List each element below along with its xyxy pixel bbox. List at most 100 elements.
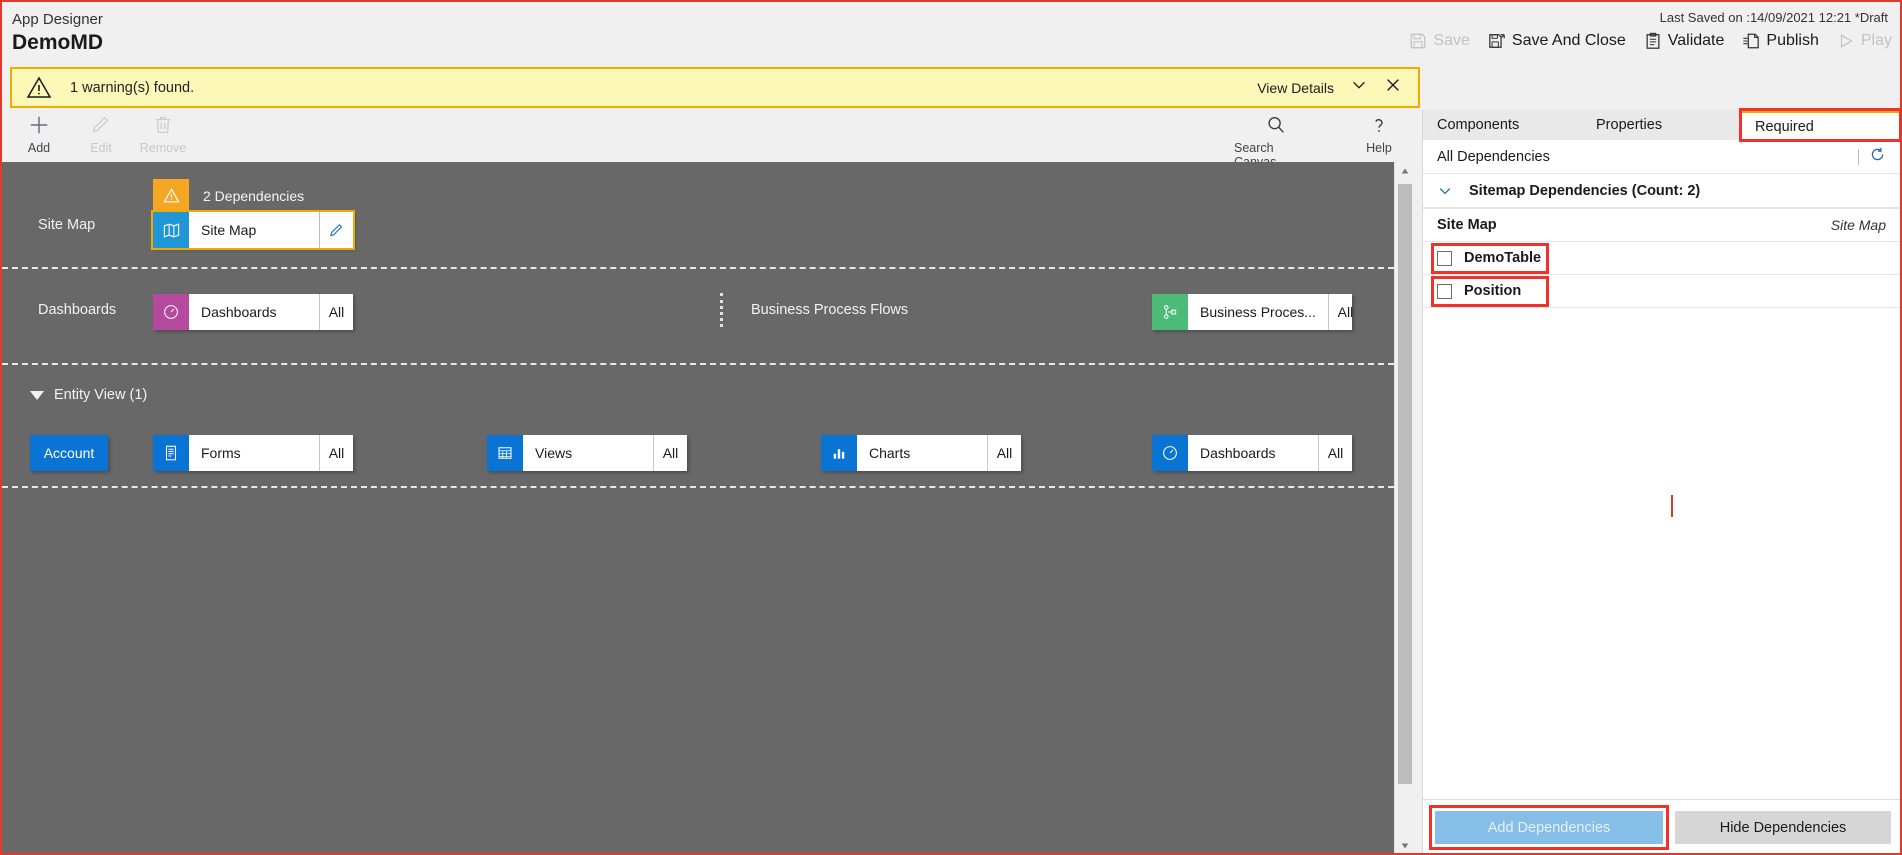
play-label: Play xyxy=(1860,32,1892,49)
sitemap-section-name: Site Map xyxy=(1437,217,1497,233)
tile-business-process-flows[interactable]: Business Proces... All xyxy=(1152,294,1353,330)
right-panel-tabs: Components Properties Required xyxy=(1423,108,1900,142)
app-canvas: Site Map 2 Dependencies Site Map Dashboa… xyxy=(2,162,1394,853)
chevron-down-icon[interactable] xyxy=(1437,183,1453,199)
tab-components[interactable]: Components xyxy=(1423,110,1582,140)
add-button[interactable]: Add xyxy=(8,112,70,155)
dependency-badge-label: 2 Dependencies xyxy=(203,187,305,204)
tab-properties[interactable]: Properties xyxy=(1582,110,1741,140)
column-divider xyxy=(720,293,723,327)
checkbox-demotable[interactable] xyxy=(1437,250,1452,266)
tile-views-scope: All xyxy=(653,435,687,471)
app-header: App Designer DemoMD Last Saved on :14/09… xyxy=(2,2,1900,64)
scroll-down-arrow-icon[interactable] xyxy=(1395,837,1415,853)
checkbox-position[interactable] xyxy=(1437,283,1452,299)
help-button[interactable]: Help xyxy=(1348,112,1410,169)
tile-forms-label: Forms xyxy=(201,445,241,461)
tile-charts-label: Charts xyxy=(869,445,911,461)
dependency-item-demotable-label: DemoTable xyxy=(1464,250,1542,266)
close-icon[interactable] xyxy=(1384,76,1402,99)
tile-dashboards[interactable]: Dashboards All xyxy=(153,294,353,330)
publish-button[interactable]: Publish xyxy=(1742,32,1819,50)
command-bar-right: Search Canvas Help xyxy=(1234,112,1410,169)
dashboard-icon xyxy=(153,294,189,330)
edit-button-label: Edit xyxy=(90,141,112,155)
add-dependencies-label: Add Dependencies xyxy=(1487,819,1611,836)
hide-dependencies-button[interactable]: Hide Dependencies xyxy=(1675,811,1891,844)
last-saved-status: Last Saved on :14/09/2021 12:21 *Draft xyxy=(1659,10,1888,25)
validate-button[interactable]: Validate xyxy=(1644,32,1724,50)
tile-forms[interactable]: Forms All xyxy=(153,435,353,471)
sitemap-section-row: Site Map Site Map xyxy=(1423,208,1900,242)
pencil-icon[interactable] xyxy=(319,212,353,248)
save-button[interactable]: Save xyxy=(1409,32,1470,50)
tile-entity-dashboards[interactable]: Dashboards All xyxy=(1152,435,1352,471)
sitemap-icon xyxy=(153,212,189,248)
entity-chip-account[interactable]: Account xyxy=(30,435,108,471)
play-button[interactable]: Play xyxy=(1837,32,1892,50)
bpf-row-label: Business Process Flows xyxy=(751,302,909,318)
process-flow-icon xyxy=(1152,294,1188,330)
sitemap-dependencies-group[interactable]: Sitemap Dependencies (Count: 2) xyxy=(1423,174,1900,208)
triangle-down-icon xyxy=(30,390,44,400)
warning-bar-actions: View Details xyxy=(1257,76,1418,99)
footer-divider xyxy=(1423,799,1900,800)
command-bar: Add Edit Remove Search Canvas xyxy=(2,110,1420,169)
canvas-row-entity-view: Entity View (1) Account Forms All Views … xyxy=(2,365,1394,488)
tile-site-map[interactable]: Site Map xyxy=(151,210,355,250)
save-and-close-label: Save And Close xyxy=(1511,32,1626,49)
save-icon xyxy=(1409,32,1427,50)
app-name-title: DemoMD xyxy=(12,31,104,54)
entity-chip-label: Account xyxy=(43,445,95,461)
remove-button-label: Remove xyxy=(139,141,187,155)
sitemap-row-label: Site Map xyxy=(38,217,96,233)
remove-button[interactable]: Remove xyxy=(132,112,194,155)
add-button-label: Add xyxy=(27,141,51,155)
warning-message: 1 warning(s) found. xyxy=(70,79,195,96)
sitemap-dependencies-label: Sitemap Dependencies (Count: 2) xyxy=(1469,182,1701,199)
tile-site-map-label: Site Map xyxy=(201,222,257,238)
pencil-icon xyxy=(90,112,112,138)
refresh-control[interactable] xyxy=(1858,146,1886,167)
play-icon xyxy=(1837,32,1855,50)
publish-label: Publish xyxy=(1766,32,1819,49)
add-dependencies-button[interactable]: Add Dependencies xyxy=(1435,811,1663,844)
all-dependencies-label: All Dependencies xyxy=(1437,148,1550,165)
dependency-item-position-label: Position xyxy=(1464,283,1522,299)
save-close-icon xyxy=(1488,32,1506,50)
dependency-item-position[interactable]: Position xyxy=(1423,275,1900,308)
scroll-up-arrow-icon[interactable] xyxy=(1395,162,1415,180)
search-canvas-button[interactable]: Search Canvas xyxy=(1234,112,1318,169)
tile-dashboards-label: Dashboards xyxy=(201,304,277,320)
dashboards-row-label: Dashboards xyxy=(38,302,117,318)
dependency-item-demotable[interactable]: DemoTable xyxy=(1423,242,1900,275)
scrollbar-thumb[interactable] xyxy=(1398,184,1412,784)
separator xyxy=(1858,148,1859,165)
tile-views[interactable]: Views All xyxy=(487,435,687,471)
entity-view-header[interactable]: Entity View (1) xyxy=(30,387,147,403)
entity-view-label: Entity View (1) xyxy=(54,387,148,403)
hide-dependencies-label: Hide Dependencies xyxy=(1719,819,1847,836)
canvas-row-sitemap: Site Map 2 Dependencies Site Map xyxy=(2,162,1394,269)
tile-charts[interactable]: Charts All xyxy=(821,435,1021,471)
edit-button[interactable]: Edit xyxy=(70,112,132,155)
view-details-link[interactable]: View Details xyxy=(1257,80,1334,96)
search-icon xyxy=(1265,112,1287,138)
tile-charts-scope: All xyxy=(987,435,1021,471)
right-panel-footer: Add Dependencies Hide Dependencies xyxy=(1423,799,1900,853)
save-and-close-button[interactable]: Save And Close xyxy=(1488,32,1626,50)
command-bar-left: Add Edit Remove xyxy=(8,112,194,155)
header-actions: Save Save And Close Validate Publish Pla… xyxy=(1409,32,1892,50)
tab-required[interactable]: Required xyxy=(1739,108,1900,142)
refresh-icon[interactable] xyxy=(1869,146,1886,167)
dependency-badge[interactable]: 2 Dependencies xyxy=(153,179,358,212)
chevron-down-icon[interactable] xyxy=(1350,76,1368,99)
warning-triangle-icon xyxy=(153,179,189,212)
canvas-row-dashboards-bpf: Dashboards Dashboards All Business Proce… xyxy=(2,269,1394,365)
app-designer-label: App Designer xyxy=(12,11,103,28)
canvas-scrollbar[interactable] xyxy=(1394,162,1415,853)
text-caret-marker xyxy=(1671,495,1673,517)
help-label: Help xyxy=(1366,141,1392,155)
dashboard-icon xyxy=(1152,435,1188,471)
tab-properties-label: Properties xyxy=(1596,117,1663,133)
